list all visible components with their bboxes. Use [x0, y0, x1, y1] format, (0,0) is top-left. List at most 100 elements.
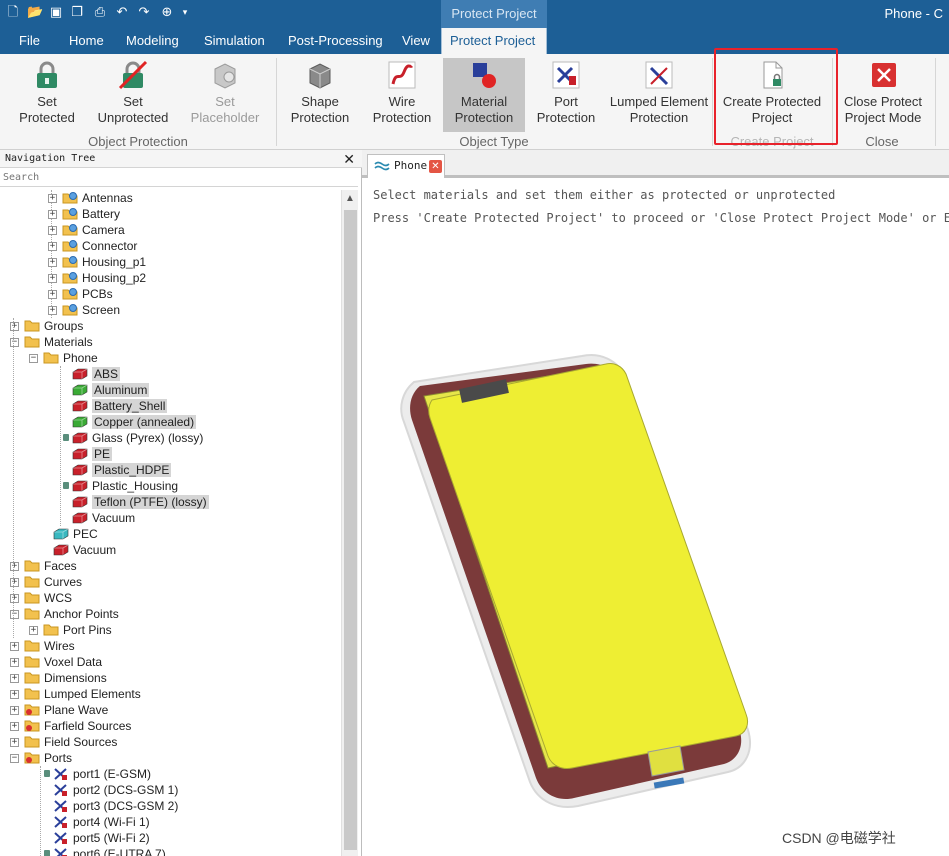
- expand-toggle-icon[interactable]: −: [29, 354, 38, 363]
- tree-item-port[interactable]: port2 (DCS-GSM 1): [53, 782, 178, 798]
- expand-toggle-icon[interactable]: +: [10, 706, 19, 715]
- expand-toggle-icon[interactable]: +: [48, 226, 57, 235]
- tree-item-material[interactable]: Vacuum: [72, 510, 135, 526]
- tree-item-faces[interactable]: + Faces: [10, 558, 77, 574]
- tree-item-materials[interactable]: − Materials: [10, 334, 93, 350]
- expand-toggle-icon[interactable]: +: [48, 194, 57, 203]
- new-icon[interactable]: 🗋: [6, 5, 20, 19]
- tree-item-port[interactable]: port6 (E-UTRA 7): [44, 846, 166, 856]
- print-icon[interactable]: ⎙: [93, 5, 107, 19]
- tree-item-component[interactable]: + Antennas: [48, 190, 133, 206]
- tree-item-groups[interactable]: + Groups: [10, 318, 83, 334]
- tree-item-component[interactable]: + Camera: [48, 222, 125, 238]
- tree-item-material[interactable]: Aluminum: [72, 382, 150, 398]
- expand-toggle-icon[interactable]: +: [10, 578, 19, 587]
- save-icon[interactable]: ▣: [49, 5, 63, 19]
- tree-item-ports[interactable]: − Ports: [10, 750, 72, 766]
- tree-item-voxel-data[interactable]: + Voxel Data: [10, 654, 102, 670]
- expand-toggle-icon[interactable]: +: [10, 658, 19, 667]
- redo-icon[interactable]: ↷: [137, 5, 151, 19]
- shape-protection-button[interactable]: Shape Protection: [285, 58, 355, 132]
- search-input[interactable]: [0, 169, 358, 187]
- scroll-thumb[interactable]: [344, 210, 357, 850]
- tree-item-phone[interactable]: − Phone: [29, 350, 98, 366]
- close-icon[interactable]: ✕: [343, 150, 355, 168]
- save-all-icon[interactable]: ❐: [70, 5, 84, 19]
- tree-item-curves[interactable]: + Curves: [10, 574, 82, 590]
- tree-item-component[interactable]: + Housing_p1: [48, 254, 147, 270]
- tree-item-wires[interactable]: + Wires: [10, 638, 75, 654]
- tree-item-material[interactable]: Battery_Shell: [72, 398, 168, 414]
- material-protection-button[interactable]: Material Protection: [443, 58, 525, 132]
- set-protected-button[interactable]: Set Protected: [12, 58, 82, 132]
- expand-toggle-icon[interactable]: +: [29, 626, 38, 635]
- tree-item-material[interactable]: ABS: [72, 366, 121, 382]
- set-unprotected-button[interactable]: Set Unprotected: [93, 58, 173, 132]
- expand-toggle-icon[interactable]: +: [48, 290, 57, 299]
- menu-simulation[interactable]: Simulation: [204, 28, 265, 54]
- expand-toggle-icon[interactable]: +: [10, 322, 19, 331]
- tree-item-component[interactable]: + Battery: [48, 206, 120, 222]
- tree-scrollbar[interactable]: ▲: [341, 190, 358, 856]
- expand-toggle-icon[interactable]: +: [48, 306, 57, 315]
- component-icon: [62, 239, 78, 252]
- port-protection-button[interactable]: Port Protection: [531, 58, 601, 132]
- tree-item-field-sources[interactable]: + Field Sources: [10, 734, 117, 750]
- customize-icon[interactable]: ▾: [178, 5, 192, 19]
- tree-item-material[interactable]: Copper (annealed): [72, 414, 197, 430]
- expand-toggle-icon[interactable]: +: [10, 642, 19, 651]
- tree-item-material[interactable]: PE: [72, 446, 113, 462]
- tree-item-port-pins[interactable]: + Port Pins: [29, 622, 112, 638]
- menu-file[interactable]: File: [19, 28, 40, 54]
- menu-view[interactable]: View: [402, 28, 430, 54]
- tree-item-port[interactable]: port4 (Wi-Fi 1): [53, 814, 150, 830]
- tree-item-port[interactable]: port5 (Wi-Fi 2): [53, 830, 150, 846]
- tree-item-port[interactable]: port3 (DCS-GSM 2): [53, 798, 178, 814]
- tree-item-dimensions[interactable]: + Dimensions: [10, 670, 107, 686]
- expand-toggle-icon[interactable]: +: [10, 674, 19, 683]
- expand-toggle-icon[interactable]: +: [10, 594, 19, 603]
- wire-protection-button[interactable]: Wire Protection: [367, 58, 437, 132]
- menu-modeling[interactable]: Modeling: [126, 28, 179, 54]
- menu-home[interactable]: Home: [69, 28, 104, 54]
- tree-item-material[interactable]: Plastic_HDPE: [72, 462, 172, 478]
- tree-item-material[interactable]: Plastic_Housing: [63, 478, 178, 494]
- tree-item-component[interactable]: + Housing_p2: [48, 270, 146, 286]
- 3d-viewport[interactable]: [362, 150, 949, 856]
- expand-toggle-icon[interactable]: +: [10, 562, 19, 571]
- expand-toggle-icon[interactable]: +: [10, 690, 19, 699]
- expand-toggle-icon[interactable]: +: [48, 242, 57, 251]
- tree-item-port[interactable]: port1 (E-GSM): [44, 766, 151, 782]
- menu-protect-project[interactable]: Protect Project: [441, 28, 547, 54]
- close-protect-project-mode-button[interactable]: Close Protect Project Mode: [838, 58, 928, 132]
- tree-item-component[interactable]: + Connector: [48, 238, 137, 254]
- tree-item-label: Housing_p1: [82, 255, 147, 269]
- tree-item-label: Faces: [44, 559, 77, 573]
- expand-toggle-icon[interactable]: +: [48, 210, 57, 219]
- undo-icon[interactable]: ↶: [115, 5, 129, 19]
- tree-item-wcs[interactable]: + WCS: [10, 590, 72, 606]
- tree-item-lumped-elements[interactable]: + Lumped Elements: [10, 686, 141, 702]
- tree-item-material[interactable]: Teflon (PTFE) (lossy): [72, 494, 209, 510]
- expand-toggle-icon[interactable]: −: [10, 610, 19, 619]
- tree-item-farfield-sources[interactable]: + Farfield Sources: [10, 718, 131, 734]
- open-icon[interactable]: 📂: [27, 5, 43, 19]
- expand-toggle-icon[interactable]: −: [10, 754, 19, 763]
- tree-item-vacuum[interactable]: Vacuum: [53, 542, 116, 558]
- expand-toggle-icon[interactable]: +: [48, 274, 57, 283]
- set-placeholder-button[interactable]: Set Placeholder: [186, 58, 264, 132]
- scroll-up-icon[interactable]: ▲: [345, 193, 355, 204]
- expand-toggle-icon[interactable]: +: [10, 722, 19, 731]
- tree-item-plane-wave[interactable]: + Plane Wave: [10, 702, 108, 718]
- expand-toggle-icon[interactable]: −: [10, 338, 19, 347]
- menu-post-processing[interactable]: Post-Processing: [288, 28, 383, 54]
- tree-item-pec[interactable]: PEC: [53, 526, 98, 542]
- tree-item-component[interactable]: + PCBs: [48, 286, 113, 302]
- tree-item-material[interactable]: Glass (Pyrex) (lossy): [63, 430, 203, 446]
- tree-item-anchor-points[interactable]: − Anchor Points: [10, 606, 119, 622]
- lumped-element-protection-button[interactable]: Lumped Element Protection: [607, 58, 711, 132]
- tree-item-component[interactable]: + Screen: [48, 302, 120, 318]
- expand-toggle-icon[interactable]: +: [10, 738, 19, 747]
- expand-toggle-icon[interactable]: +: [48, 258, 57, 267]
- globe-icon[interactable]: ⊕: [160, 5, 174, 19]
